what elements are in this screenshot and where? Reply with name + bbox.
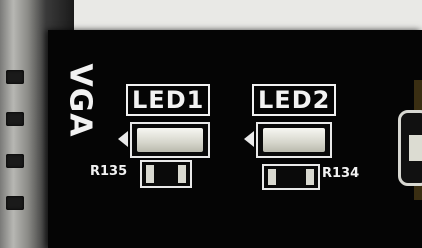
r135-resistor [140, 160, 192, 188]
bracket-hole [6, 196, 24, 210]
r134-resistor [262, 164, 320, 190]
vga-silkscreen-label: VGA [60, 46, 100, 154]
r134-label: R134 [322, 166, 360, 181]
led1-component [130, 122, 210, 158]
led2-polarity-arrow [244, 131, 254, 147]
led2-chip [263, 128, 325, 152]
led2-label: LED2 [252, 84, 337, 116]
r135-label: R135 [90, 164, 128, 179]
resistor-pad [146, 165, 154, 183]
component-pin [409, 135, 422, 161]
bracket-hole [6, 112, 24, 126]
led2-component [256, 122, 332, 158]
circuit-board [48, 30, 422, 248]
led1-polarity-arrow [118, 131, 128, 147]
bracket-hole [6, 154, 24, 168]
led1-chip [137, 128, 203, 152]
resistor-pad [178, 165, 186, 183]
bracket-hole [6, 70, 24, 84]
right-component [398, 110, 422, 186]
resistor-pad [268, 169, 276, 185]
resistor-pad [306, 169, 314, 185]
led1-label: LED1 [126, 84, 211, 116]
vga-text: VGA [62, 62, 98, 138]
